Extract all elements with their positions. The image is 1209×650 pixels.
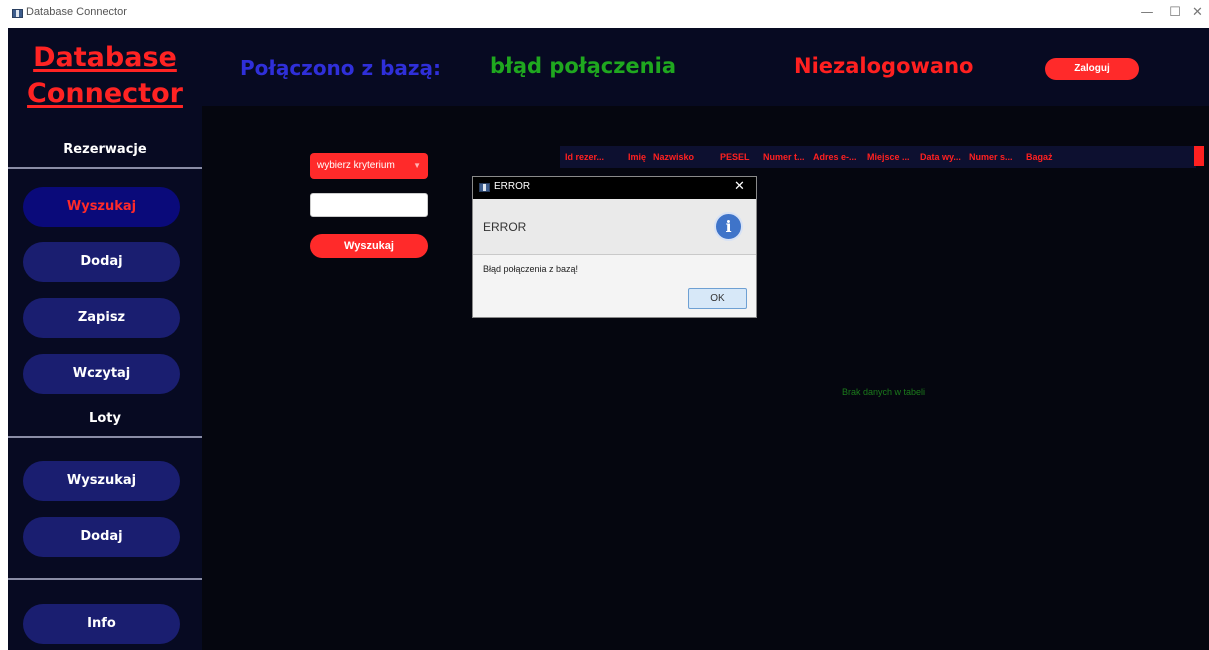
connection-status: błąd połączenia — [490, 54, 676, 78]
column-header[interactable]: Miejsce ... — [867, 146, 910, 168]
criteria-select-label: wybierz kryterium — [317, 160, 395, 171]
table-scrollbar[interactable] — [1194, 146, 1204, 166]
column-header[interactable]: Numer s... — [969, 146, 1013, 168]
sidebar: Database Connector Rezerwacje Wyszukaj D… — [8, 28, 202, 650]
app-area: Database Connector Rezerwacje Wyszukaj D… — [8, 28, 1209, 650]
dialog-title: ERROR — [494, 181, 531, 192]
criteria-select[interactable]: wybierz kryterium ▼ — [310, 153, 428, 179]
window-title: Database Connector — [26, 6, 127, 18]
column-header[interactable]: Data wy... — [920, 146, 961, 168]
connection-label: Połączono z bazą: — [240, 56, 442, 80]
loty-search-button[interactable]: Wyszukaj — [23, 461, 180, 501]
rezerwacje-save-button[interactable]: Zapisz — [23, 298, 180, 338]
table-empty-message: Brak danych w tabeli — [842, 387, 926, 397]
search-button[interactable]: Wyszukaj — [310, 234, 428, 258]
ok-button[interactable]: OK — [688, 288, 747, 309]
results-table-header: Id rezer... Imię Nazwisko PESEL Numer t.… — [560, 146, 1196, 168]
column-header[interactable]: Id rezer... — [565, 146, 604, 168]
column-header[interactable]: Imię — [628, 146, 646, 168]
rezerwacje-load-button[interactable]: Wczytaj — [23, 354, 180, 394]
rezerwacje-search-button[interactable]: Wyszukaj — [23, 187, 180, 227]
dialog-header: ERROR i — [473, 199, 756, 255]
column-header[interactable]: Nazwisko — [653, 146, 694, 168]
column-header[interactable]: Numer t... — [763, 146, 805, 168]
login-status: Niezalogowano — [794, 54, 974, 78]
logo-line-2: Connector — [27, 78, 183, 109]
minimize-button[interactable]: — — [1132, 2, 1162, 24]
login-button[interactable]: Zaloguj — [1045, 58, 1139, 80]
column-header[interactable]: PESEL — [720, 146, 750, 168]
section-divider — [8, 578, 202, 580]
app-window-icon — [12, 9, 23, 18]
section-label-rezerwacje: Rezerwacje — [63, 142, 147, 157]
search-input[interactable] — [310, 193, 428, 217]
window-titlebar: Database Connector — ☐ ✕ — [0, 0, 1209, 28]
column-header[interactable]: Bagaż — [1026, 146, 1053, 168]
dialog-titlebar: ERROR ✕ — [473, 177, 756, 199]
section-divider — [8, 167, 202, 169]
info-icon: i — [714, 212, 743, 241]
section-divider — [8, 436, 202, 438]
info-button[interactable]: Info — [23, 604, 180, 644]
section-label-loty: Loty — [89, 411, 121, 426]
dialog-window-icon — [479, 183, 490, 192]
logo-line-1: Database — [33, 42, 177, 73]
error-dialog: ERROR ✕ ERROR i Błąd połączenia z bazą! … — [472, 176, 757, 318]
loty-add-button[interactable]: Dodaj — [23, 517, 180, 557]
close-window-button[interactable]: ✕ — [1186, 2, 1209, 24]
close-icon[interactable]: ✕ — [734, 179, 745, 194]
dialog-header-text: ERROR — [483, 220, 527, 234]
rezerwacje-add-button[interactable]: Dodaj — [23, 242, 180, 282]
chevron-down-icon: ▼ — [413, 161, 421, 170]
dialog-message: Błąd połączenia z bazą! — [483, 264, 579, 274]
column-header[interactable]: Adres e-... — [813, 146, 857, 168]
header-bar: Połączono z bazą: błąd połączenia Niezal… — [202, 28, 1209, 106]
app-logo: Database Connector — [8, 40, 202, 112]
